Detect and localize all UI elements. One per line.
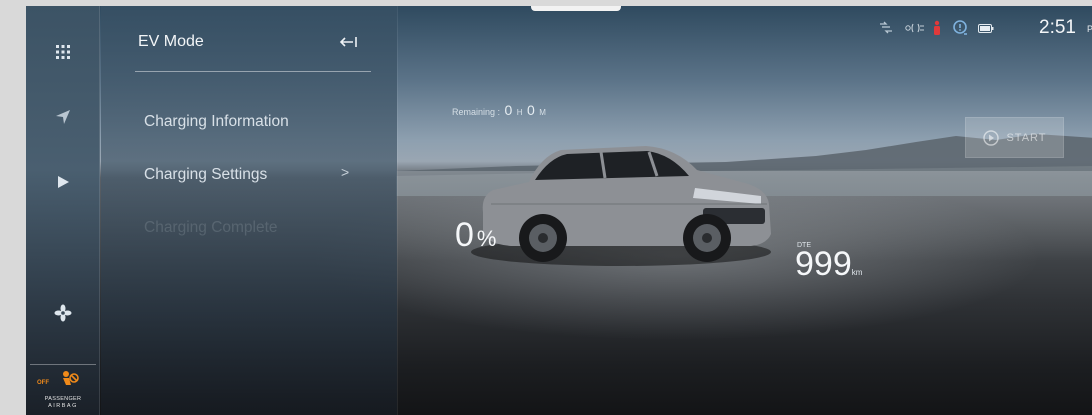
airbag-label-line2: AIRBAG [48,403,78,409]
title-divider [135,71,371,72]
soc-value: 0 [455,216,474,254]
battery-icon [978,23,994,33]
power-icon [983,129,1000,146]
collapse-panel-button[interactable] [333,30,363,54]
status-icons [878,18,994,38]
network-icon [880,21,892,34]
infotainment-screen: OFF PASSENGER AIRBAG EV Mode Charging In… [26,6,1092,415]
ev-mode-panel: EV Mode Charging Information Charging Se… [101,6,397,415]
vehicle-image [471,146,771,266]
apps-button[interactable] [26,34,100,70]
airbag-label-line1: PASSENGER [44,396,82,402]
soc-unit: % [476,226,497,251]
seatbelt-warning-icon [934,20,940,35]
panel-edge [397,6,398,415]
menu-item-label: Charging Information [144,113,289,130]
play-icon [58,176,69,188]
top-notch [531,6,621,11]
dte-value: 999 [795,245,852,283]
clock: 2:51 [1039,17,1076,38]
dte-unit: km [851,268,863,277]
distance-to-empty: DTE 999km [795,242,863,283]
menu-item-charging-settings[interactable]: Charging Settings > [135,154,371,194]
navigation-button[interactable] [26,99,100,135]
clock-period: P [1087,24,1092,34]
remaining-time: Remaining : 0 H 0 M [452,102,546,120]
chevron-right-icon: > [341,164,350,180]
remaining-minutes: 0 [526,102,535,118]
panel-title: EV Mode [138,33,204,50]
collapse-left-icon [339,37,357,47]
start-label: START [1006,131,1047,144]
rail-divider [99,6,100,415]
remaining-hours: 0 [504,102,513,118]
remaining-label: Remaining : [452,107,501,117]
remaining-hours-unit: H [516,108,523,117]
left-rail: OFF PASSENGER AIRBAG [26,6,100,415]
menu-item-charging-information[interactable]: Charging Information [135,101,371,141]
start-charging-button[interactable]: START [965,117,1064,158]
airbag-icon [63,371,79,385]
airbag-off-label: OFF [37,380,49,386]
menu-item-label: Charging Settings [144,166,268,183]
navigation-arrow-icon [56,110,70,124]
headlight-icon [905,23,924,33]
media-button[interactable] [26,164,100,200]
fan-icon [54,304,72,322]
passenger-airbag-indicator: OFF PASSENGER AIRBAG [26,364,100,415]
remaining-minutes-unit: M [539,108,546,117]
menu-item-label: Charging Complete [144,219,278,236]
tpms-icon [953,20,967,35]
climate-button[interactable] [26,295,100,331]
menu-item-charging-complete: Charging Complete [135,207,371,247]
state-of-charge: 0% [455,216,496,255]
apps-grid-icon [56,45,70,59]
